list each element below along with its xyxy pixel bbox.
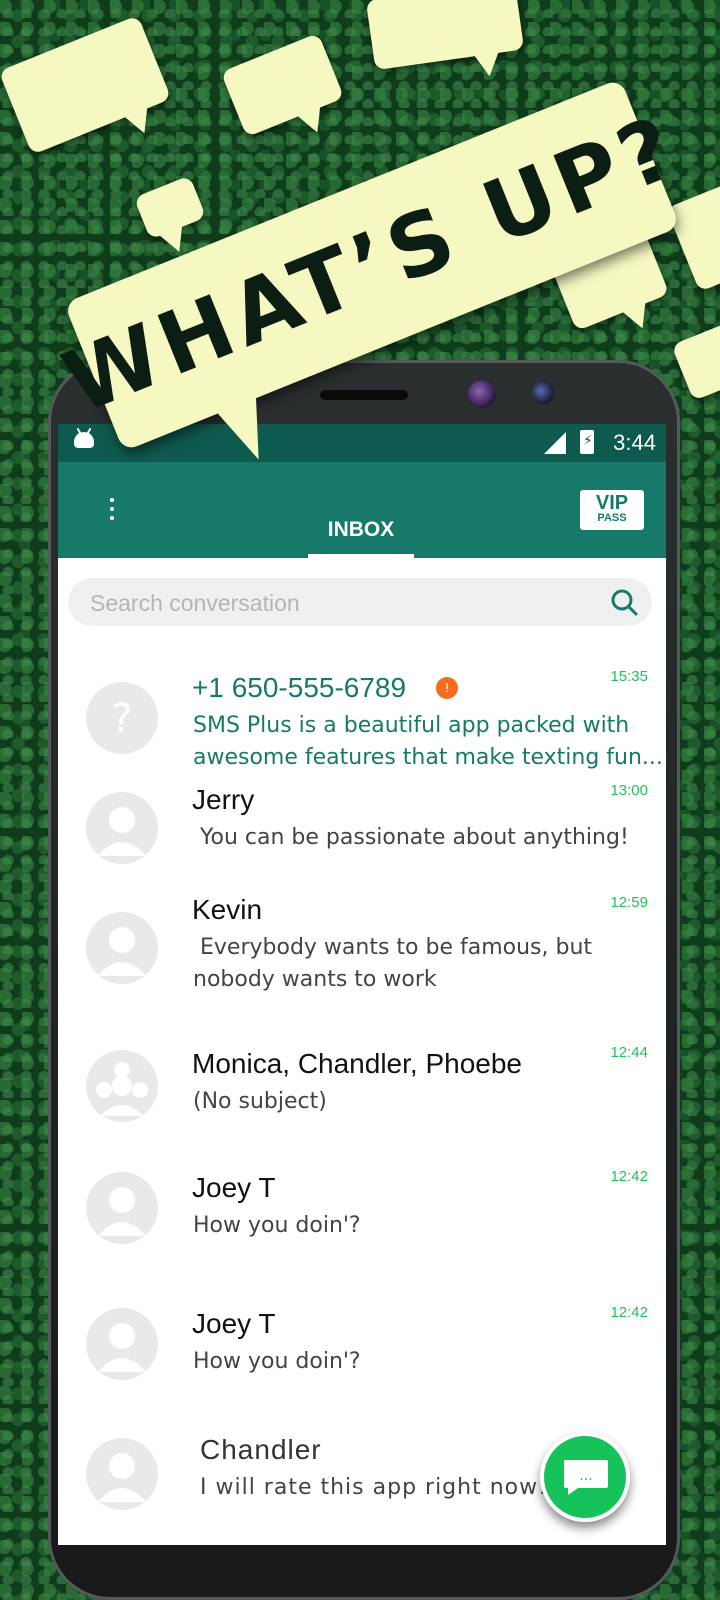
compose-message-icon: ... xyxy=(564,1460,608,1495)
message-time: 12:59 xyxy=(610,894,648,911)
speech-bubble-decoration xyxy=(220,32,345,138)
person-icon xyxy=(86,1172,158,1244)
unread-badge: ! xyxy=(436,677,458,699)
compose-message-button[interactable]: ... xyxy=(540,1432,630,1522)
tab-indicator xyxy=(308,554,414,558)
conversation-list: ? +1 650-555-6789 ! 15:35 SMS Plus is a … xyxy=(58,652,666,1545)
android-notification-icon xyxy=(74,432,94,448)
message-time: 13:00 xyxy=(610,782,648,799)
message-time: 12:42 xyxy=(610,1168,648,1185)
overflow-menu-icon[interactable] xyxy=(110,498,114,525)
message-preview: How you doin'? xyxy=(193,1213,361,1238)
person-icon xyxy=(86,792,158,864)
pass-label: PASS xyxy=(597,512,627,524)
speech-bubble-decoration xyxy=(365,0,525,71)
vip-pass-button[interactable]: VIP PASS xyxy=(580,490,644,530)
contact-name: Jerry xyxy=(192,784,255,815)
contact-name: Kevin xyxy=(192,894,263,925)
message-preview: Everybody wants to be famous, but nobody… xyxy=(193,935,593,992)
person-icon xyxy=(86,1438,158,1510)
conversation-row[interactable]: Joey T 12:42 How you doin'? xyxy=(58,1156,666,1292)
message-preview: You can be passionate about anything! xyxy=(200,825,629,850)
svg-text:...: ... xyxy=(579,1468,592,1484)
conversation-row[interactable]: Jerry 13:00 You can be passionate about … xyxy=(58,772,666,894)
group-icon xyxy=(86,1050,158,1122)
speech-bubble-decoration xyxy=(0,15,172,155)
svg-text:?: ? xyxy=(111,696,132,742)
speech-bubble-decoration xyxy=(671,319,720,401)
search-input[interactable] xyxy=(88,586,592,620)
unknown-contact-icon: ? xyxy=(86,682,158,754)
person-icon xyxy=(86,912,158,984)
sensor-icon xyxy=(532,382,554,404)
contact-name: Chandler xyxy=(200,1434,322,1465)
message-time: 12:42 xyxy=(610,1304,648,1321)
message-preview: (No subject) xyxy=(193,1089,327,1114)
contact-name: +1 650-555-6789 xyxy=(192,672,407,703)
contact-name: Monica, Chandler, Phoebe xyxy=(192,1048,522,1079)
person-icon xyxy=(86,1308,158,1380)
preview-line: SMS Plus is a beautiful app packed with xyxy=(193,713,630,738)
message-time: 12:44 xyxy=(610,1044,648,1061)
contact-name: Joey T xyxy=(192,1308,276,1339)
contact-name: Joey T xyxy=(192,1172,276,1203)
conversation-row[interactable]: Kevin 12:59 Everybody wants to be famous… xyxy=(58,894,666,1032)
battery-charging-glyph: ⚡ xyxy=(583,433,593,449)
message-time: 15:35 xyxy=(610,668,648,685)
status-time: 3:44 xyxy=(613,430,656,455)
search-bar xyxy=(68,578,652,626)
phone-speaker xyxy=(320,390,408,400)
conversation-row[interactable]: Joey T 12:42 How you doin'? xyxy=(58,1292,666,1420)
message-preview: How you doin'? xyxy=(193,1349,361,1374)
search-icon[interactable] xyxy=(610,588,638,616)
conversation-row[interactable]: Monica, Chandler, Phoebe 12:44 (No subje… xyxy=(58,1032,666,1156)
signal-icon xyxy=(544,432,566,454)
tab-inbox[interactable]: INBOX xyxy=(308,518,414,542)
speech-bubble-decoration xyxy=(133,175,207,240)
vip-label: VIP xyxy=(595,492,629,514)
front-camera-icon xyxy=(468,380,496,408)
app-bar: INBOX VIP PASS xyxy=(58,462,666,558)
conversation-row[interactable]: ? +1 650-555-6789 ! 15:35 SMS Plus is a … xyxy=(58,652,666,772)
preview-line: awesome features that make texting fun..… xyxy=(193,745,663,770)
battery-icon: ⚡ xyxy=(580,430,594,454)
phone-screen: ⚡ 3:44 INBOX VIP PASS ? +1 650-555-6789 … xyxy=(58,424,666,1545)
message-preview: SMS Plus is a beautiful app packed with … xyxy=(193,710,663,774)
